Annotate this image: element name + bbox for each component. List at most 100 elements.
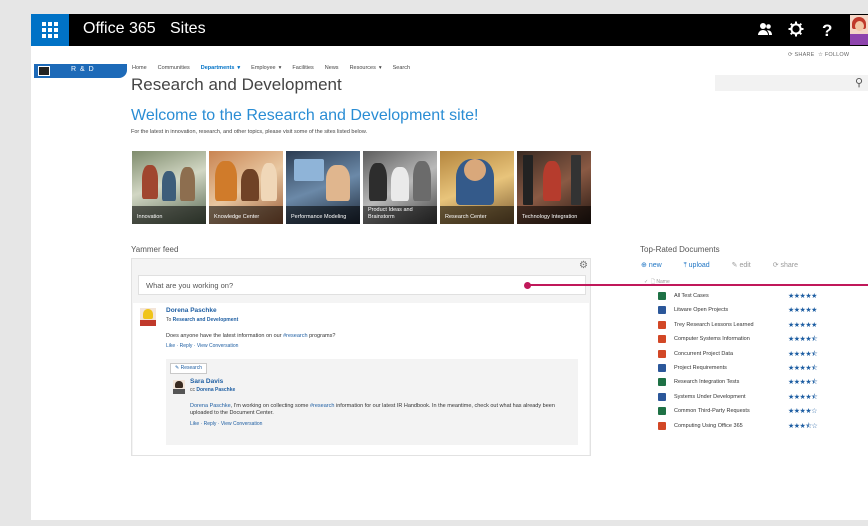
tile-caption: Technology Integration xyxy=(517,206,591,224)
document-name[interactable]: Computer Systems Information xyxy=(674,336,750,342)
star-rating[interactable]: ★★★★⯪ xyxy=(788,393,818,404)
reply-cc: cc Dorena Paschke xyxy=(190,387,236,393)
nav-item-news[interactable]: News xyxy=(325,65,339,71)
site-badge-label: R & D xyxy=(71,66,95,73)
powerpoint-file-icon xyxy=(658,335,666,344)
tile-knowledge-center[interactable]: Knowledge Center xyxy=(209,151,283,224)
nav-item-resources[interactable]: Resources ▾ xyxy=(350,65,382,71)
topic-tag[interactable]: ✎ Research xyxy=(170,363,207,374)
welcome-heading: Welcome to the Research and Development … xyxy=(131,107,479,124)
post-author[interactable]: Dorena Paschke xyxy=(166,307,217,314)
share-button[interactable]: ⟳ SHARE xyxy=(788,52,815,58)
search-icon[interactable]: ⚲ xyxy=(855,76,863,89)
chevron-down-icon: ▾ xyxy=(278,65,282,71)
reply-author[interactable]: Sara Davis xyxy=(190,378,223,385)
nav-item-departments[interactable]: Departments ▾ xyxy=(201,65,240,71)
reply-body: Dorena Paschke, I'm working on collectin… xyxy=(190,403,555,416)
tile-caption: Innovation xyxy=(132,206,206,224)
nav-item-search[interactable]: Search xyxy=(393,65,410,71)
tile-technology-integration[interactable]: Technology Integration xyxy=(517,151,591,224)
mention-link[interactable]: Dorena Paschke xyxy=(190,403,231,409)
suite-bar: Office 365 Sites ? xyxy=(31,14,868,46)
star-rating[interactable]: ★★★★⯪ xyxy=(788,335,818,346)
welcome-subtitle: For the latest in innovation, research, … xyxy=(131,129,368,135)
powerpoint-file-icon xyxy=(658,320,666,329)
documents-toolbar: ⊕ new ⤒ upload ✎ edit ⟳ share xyxy=(641,261,818,270)
document-name[interactable]: Computing Using Office 365 xyxy=(674,423,743,429)
nav-item-facilities[interactable]: Facilities xyxy=(292,65,313,71)
post-body: Does anyone have the latest information … xyxy=(166,333,336,339)
yammer-post: Dorena Paschke To Research and Developme… xyxy=(133,303,589,455)
help-icon[interactable]: ? xyxy=(822,21,832,41)
upload-button[interactable]: ⤒ upload xyxy=(684,262,720,269)
reply-actions[interactable]: Like · Reply · View Conversation xyxy=(190,421,262,427)
tile-caption: Performance Modeling xyxy=(286,206,360,224)
top-navigation: Home Communities Departments ▾ Employee ▾ Faci… xyxy=(132,65,421,71)
nav-item-communities[interactable]: Communities xyxy=(158,65,190,71)
star-rating[interactable]: ★★★★★ xyxy=(788,292,817,300)
nav-item-home[interactable]: Home xyxy=(132,65,147,71)
star-rating[interactable]: ★★★★☆ xyxy=(788,407,817,415)
avatar[interactable] xyxy=(173,380,185,394)
excel-file-icon xyxy=(658,407,666,416)
follow-button[interactable]: ☆ FOLLOW xyxy=(818,52,849,58)
star-rating[interactable]: ★★★★⯪ xyxy=(788,378,818,389)
sharepoint-window: Office 365 Sites ? ⟳ SHARE ☆ FOLLOW R & … xyxy=(31,14,868,520)
tile-research-center[interactable]: Research Center xyxy=(440,151,514,224)
site-logo[interactable]: R & D xyxy=(34,64,127,78)
documents-column-header[interactable]: ✓ 🗋 Name xyxy=(644,279,670,287)
post-recipient: To Research and Development xyxy=(166,317,239,323)
document-name[interactable]: Trey Research Lessons Learned xyxy=(674,322,754,328)
word-file-icon xyxy=(658,306,666,315)
document-name[interactable]: Concurrent Project Data xyxy=(674,351,733,357)
excel-file-icon xyxy=(658,378,666,387)
tile-innovation[interactable]: Innovation xyxy=(132,151,206,224)
search-input[interactable]: ⚲ xyxy=(715,75,868,91)
nav-item-employee[interactable]: Employee ▾ xyxy=(251,65,281,71)
chevron-down-icon: ▾ xyxy=(378,65,382,71)
tile-caption: Knowledge Center xyxy=(209,206,283,224)
star-rating[interactable]: ★★★★⯪ xyxy=(788,364,818,375)
hashtag-link[interactable]: #research xyxy=(283,333,307,339)
people-icon[interactable] xyxy=(757,21,773,42)
word-file-icon xyxy=(658,392,666,401)
documents-title: Top-Rated Documents xyxy=(640,245,720,254)
star-rating[interactable]: ★★★⯪☆ xyxy=(788,422,818,433)
page-actions: ⟳ SHARE ☆ FOLLOW xyxy=(788,52,849,58)
share-button[interactable]: ⟳ share xyxy=(773,262,808,269)
document-name[interactable]: Research Integration Tests xyxy=(674,379,739,385)
tile-caption: Research Center xyxy=(440,206,514,224)
gear-icon[interactable] xyxy=(788,21,804,42)
waffle-icon xyxy=(42,22,58,38)
post-actions[interactable]: Like · Reply · View Conversation xyxy=(166,343,238,349)
gear-icon[interactable]: ⚙ xyxy=(579,260,588,271)
compose-placeholder: What are you working on? xyxy=(146,281,234,290)
hashtag-link[interactable]: #research xyxy=(310,403,334,409)
document-name[interactable]: Project Requirements xyxy=(674,365,727,371)
chevron-down-icon: ▾ xyxy=(237,65,241,71)
document-name[interactable]: Common Third-Party Requests xyxy=(674,408,750,414)
callout-line xyxy=(527,284,868,286)
powerpoint-file-icon xyxy=(658,421,666,430)
word-file-icon xyxy=(658,364,666,372)
new-button[interactable]: ⊕ new xyxy=(641,262,672,269)
user-avatar[interactable] xyxy=(850,15,868,45)
star-rating[interactable]: ★★★★⯪ xyxy=(788,350,818,361)
tile-performance-modeling[interactable]: Performance Modeling xyxy=(286,151,360,224)
avatar[interactable] xyxy=(140,308,156,326)
edit-button[interactable]: ✎ edit xyxy=(732,262,761,269)
app-name[interactable]: Sites xyxy=(170,20,206,38)
excel-file-icon xyxy=(658,292,666,300)
office365-brand[interactable]: Office 365 xyxy=(83,20,156,38)
star-rating[interactable]: ★★★★★ xyxy=(788,321,817,329)
document-name[interactable]: All Test Cases xyxy=(674,293,709,299)
document-name[interactable]: Litware Open Projects xyxy=(674,307,728,313)
document-name[interactable]: Systems Under Development xyxy=(674,394,746,400)
powerpoint-file-icon xyxy=(658,349,666,358)
page-title: Research and Development xyxy=(131,75,342,94)
tile-product-ideas[interactable]: Product Ideas and Brainstorm xyxy=(363,151,437,224)
yammer-compose-input[interactable]: What are you working on? xyxy=(138,275,586,295)
app-launcher-button[interactable] xyxy=(31,14,69,46)
tile-caption: Product Ideas and Brainstorm xyxy=(363,206,437,224)
star-rating[interactable]: ★★★★★ xyxy=(788,306,817,314)
